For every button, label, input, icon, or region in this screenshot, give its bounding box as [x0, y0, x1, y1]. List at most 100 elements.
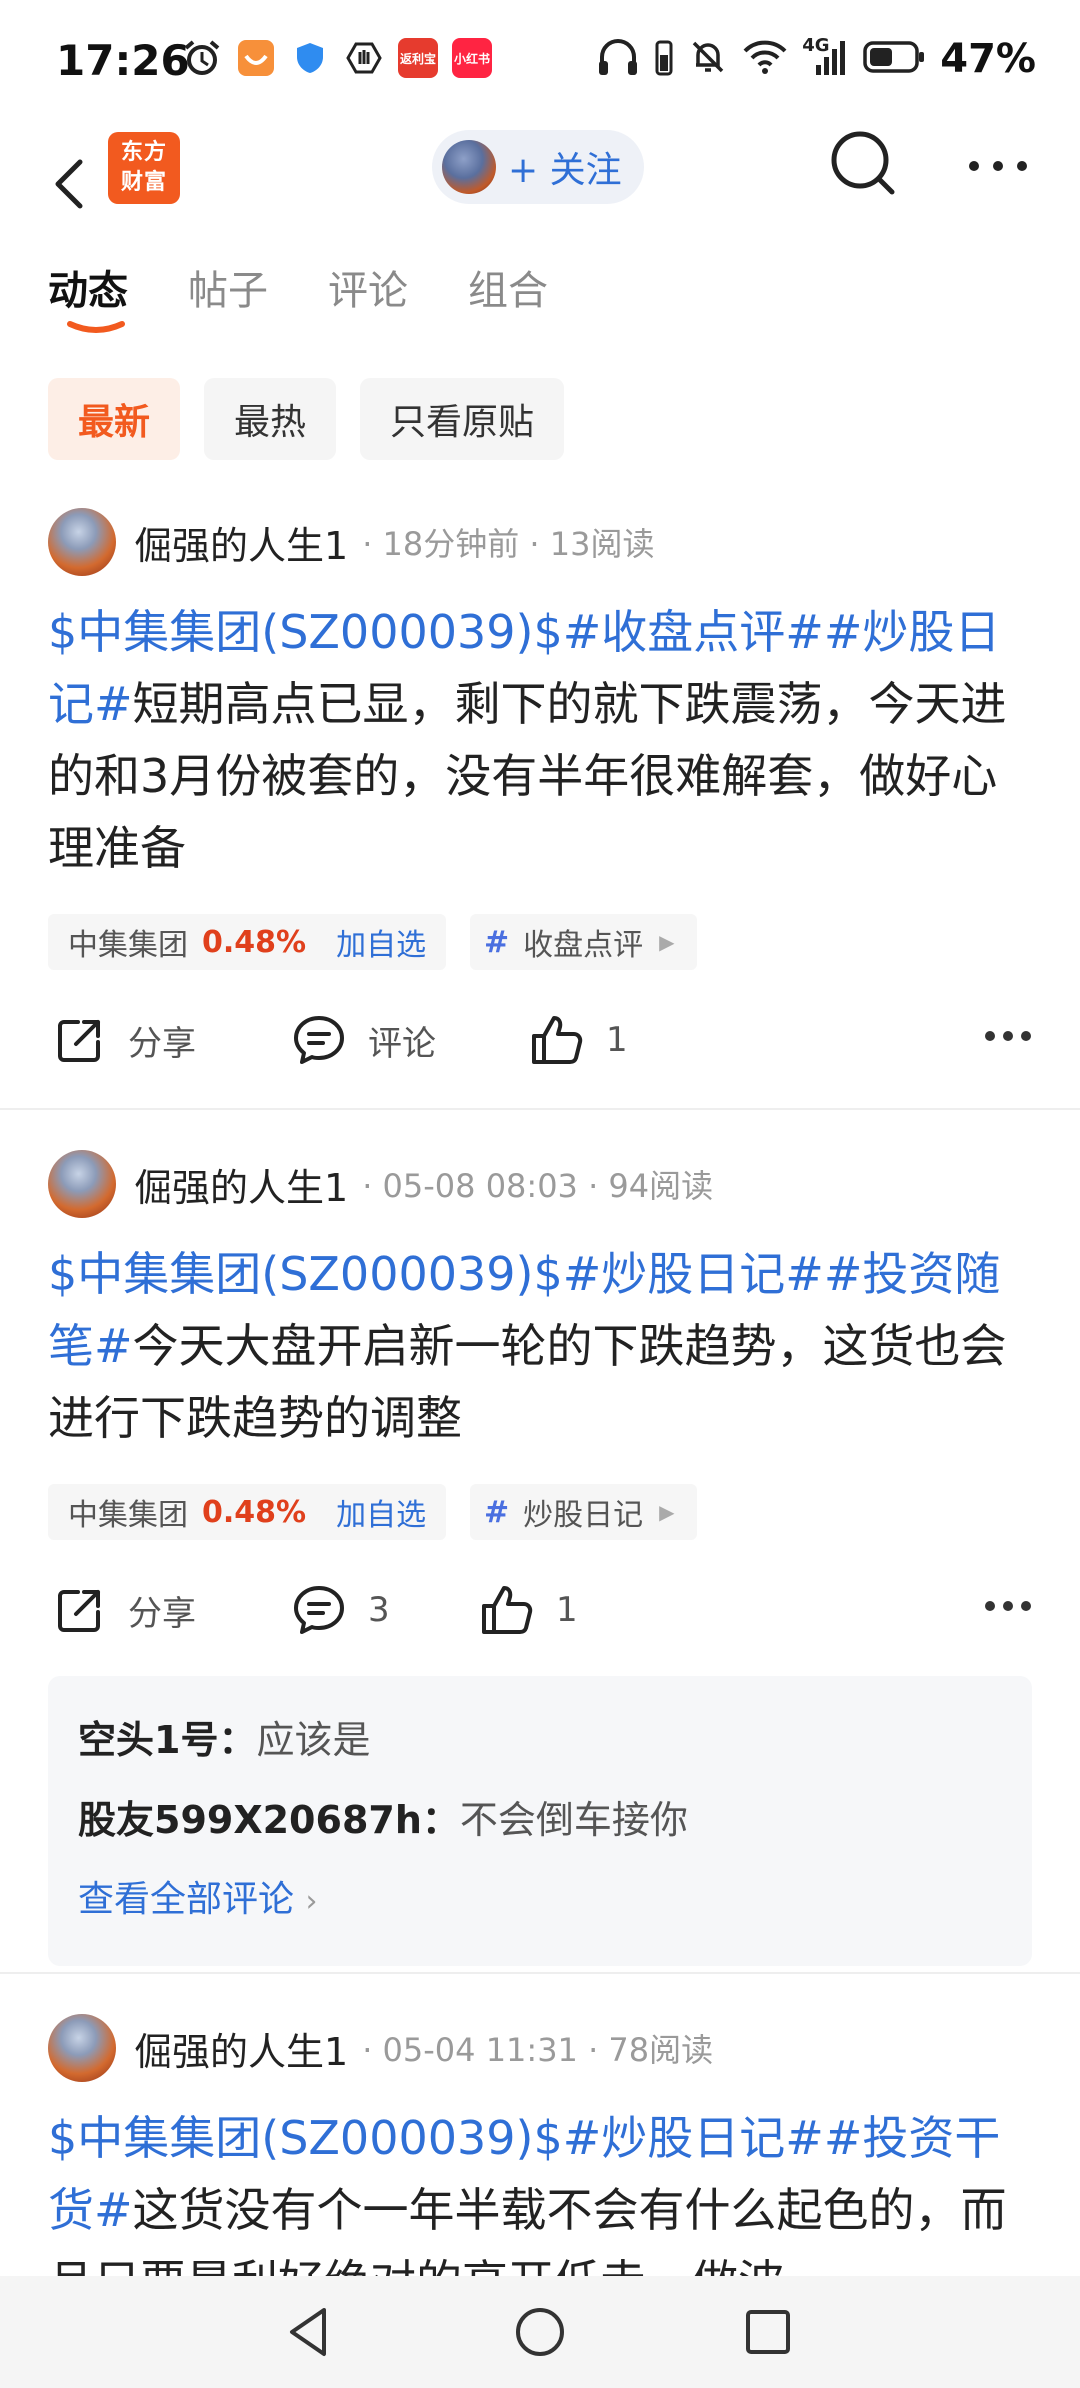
- like-button[interactable]: 1: [480, 1584, 578, 1636]
- share-label: 分享: [128, 1023, 196, 1064]
- post-author-row[interactable]: 倔强的人生1 · 18分钟前 · 13阅读: [48, 508, 655, 576]
- author-name[interactable]: 倔强的人生1: [134, 515, 348, 570]
- post-author-row[interactable]: 倔强的人生1 · 05-04 11:31 · 78阅读: [48, 2014, 713, 2082]
- nav-home-icon[interactable]: [510, 2302, 570, 2362]
- comment-count: 3: [368, 1590, 390, 1630]
- comment-text: 应该是: [256, 1718, 371, 1762]
- logo-line-2: 财富: [120, 170, 167, 195]
- status-system-icons: 4G 47%: [596, 35, 1036, 82]
- post-card: 倔强的人生1 · 05-04 11:31 · 78阅读 $中集集团(SZ0000…: [0, 2006, 1080, 2276]
- nav-recents-icon[interactable]: [738, 2302, 798, 2362]
- like-count: 1: [606, 1020, 628, 1060]
- app-badge-2: 小红书: [452, 38, 492, 78]
- post-more-icon[interactable]: [984, 1598, 1032, 1617]
- share-icon: [58, 1590, 100, 1632]
- share-label: 分享: [128, 1593, 196, 1634]
- wifi-icon: [742, 37, 788, 81]
- shopping-app-icon: [236, 38, 276, 78]
- like-count: 1: [556, 1590, 578, 1630]
- signal-icon: 4G: [802, 35, 848, 81]
- filter-hottest[interactable]: 最热: [204, 378, 337, 460]
- filter-latest[interactable]: 最新: [48, 378, 181, 460]
- comment-item[interactable]: 股友599X20687h：不会倒车接你: [78, 1780, 1002, 1860]
- author-name[interactable]: 倔强的人生1: [134, 2021, 348, 2076]
- post-content[interactable]: $中集集团(SZ000039)$#收盘点评##炒股日记#短期高点已显，剩下的就下…: [48, 596, 1038, 884]
- tab-active-underline: [67, 321, 125, 333]
- post-body: 短期高点已显，剩下的就下跌震荡，今天进的和3月份被套的，没有半年很难解套，做好心…: [48, 677, 1007, 875]
- comment-button[interactable]: 3: [292, 1584, 390, 1636]
- tab-portfolio[interactable]: 组合: [468, 258, 548, 334]
- comment-user[interactable]: 空头1号: [78, 1718, 218, 1762]
- more-menu-icon[interactable]: [960, 146, 1036, 186]
- like-button[interactable]: 1: [530, 1014, 628, 1066]
- chevron-right-icon: ▶: [659, 930, 675, 954]
- search-icon[interactable]: [826, 126, 902, 202]
- tab-comments[interactable]: 评论: [328, 258, 408, 334]
- topic-tag[interactable]: # 炒股日记 ▶: [470, 1484, 697, 1540]
- comment-item[interactable]: 空头1号：应该是: [78, 1700, 1002, 1780]
- post-author-row[interactable]: 倔强的人生1 · 05-08 08:03 · 94阅读: [48, 1150, 713, 1218]
- avatar[interactable]: [48, 2014, 116, 2082]
- stock-change: 0.48%: [202, 924, 307, 960]
- comment-button[interactable]: 评论: [292, 1014, 436, 1066]
- logo-line-1: 东方: [120, 140, 167, 165]
- author-name[interactable]: 倔强的人生1: [134, 1157, 348, 1212]
- post-content[interactable]: $中集集团(SZ000039)$#炒股日记##投资随笔#今天大盘开启新一轮的下跌…: [48, 1238, 1038, 1454]
- battery-icon: [862, 37, 926, 81]
- nav-back-icon[interactable]: [280, 2302, 340, 2362]
- stock-tag[interactable]: 中集集团 0.48% 加自选: [48, 1484, 447, 1540]
- battery-percent: 47%: [940, 36, 1036, 82]
- tab-posts-label: 帖子: [188, 268, 268, 314]
- filter-chips: 最新 最热 只看原贴: [48, 378, 565, 460]
- status-notification-icons: 返利宝 小红书: [182, 38, 492, 78]
- stock-name: 中集集团: [68, 1498, 188, 1533]
- share-button[interactable]: 分享: [54, 1584, 196, 1636]
- add-watchlist-button[interactable]: 加自选: [336, 920, 426, 964]
- post-card: 倔强的人生1 · 18分钟前 · 13阅读 $中集集团(SZ000039)$#收…: [0, 500, 1080, 1110]
- stock-name: 中集集团: [68, 928, 188, 963]
- comment-icon: [294, 1586, 344, 1634]
- post-meta: · 18分钟前 · 13阅读: [362, 525, 655, 563]
- share-button[interactable]: 分享: [54, 1014, 196, 1066]
- view-all-comments-link[interactable]: 查看全部评论 ›: [78, 1860, 1002, 1942]
- post-meta: · 05-08 08:03 · 94阅读: [362, 1167, 714, 1205]
- post-actions: 分享 3 1: [48, 1576, 1032, 1646]
- post-more-icon[interactable]: [984, 1028, 1032, 1047]
- tab-dynamics-label: 动态: [48, 268, 128, 314]
- tab-posts[interactable]: 帖子: [188, 258, 268, 334]
- back-arrow-icon[interactable]: [44, 140, 104, 224]
- hand-icon: [344, 38, 384, 78]
- post-divider: [0, 1108, 1080, 1110]
- comment-separator: ：: [421, 1798, 460, 1842]
- comment-preview-box[interactable]: 空头1号：应该是 股友599X20687h：不会倒车接你 查看全部评论 ›: [48, 1676, 1032, 1966]
- comment-text: 不会倒车接你: [459, 1798, 688, 1842]
- tab-dynamics[interactable]: 动态: [48, 258, 128, 334]
- avatar[interactable]: [48, 508, 116, 576]
- follow-avatar: [442, 140, 496, 194]
- hash-icon: #: [484, 1494, 510, 1530]
- post-content[interactable]: $中集集团(SZ000039)$#炒股日记##投资干货#这货没有个一年半载不会有…: [48, 2102, 1038, 2276]
- stock-tag[interactable]: 中集集团 0.48% 加自选: [48, 914, 447, 970]
- avatar[interactable]: [48, 1150, 116, 1218]
- topic-label: 收盘点评: [523, 928, 644, 963]
- post-body: 今天大盘开启新一轮的下跌趋势，这货也会进行下跌趋势的调整: [48, 1319, 1007, 1445]
- add-watchlist-button[interactable]: 加自选: [336, 1490, 426, 1534]
- follow-label: + 关注: [508, 150, 622, 191]
- view-all-comments-label: 查看全部评论: [78, 1879, 295, 1920]
- comment-separator: ：: [218, 1718, 257, 1762]
- topic-tag[interactable]: # 收盘点评 ▶: [470, 914, 697, 970]
- filter-original-only[interactable]: 只看原贴: [360, 378, 565, 460]
- battery-small-icon: [654, 37, 674, 81]
- top-header: 东方 财富 + 关注: [0, 120, 1080, 280]
- eastmoney-logo[interactable]: 东方 财富: [108, 132, 180, 204]
- post-divider: [0, 1972, 1080, 1974]
- share-icon: [58, 1020, 100, 1062]
- post-actions: 分享 评论 1: [48, 1006, 1032, 1076]
- mute-icon: [688, 37, 728, 81]
- thumbs-up-icon: [532, 1016, 583, 1064]
- status-time: 17:26: [56, 36, 190, 85]
- tab-comments-label: 评论: [328, 268, 408, 314]
- system-navigation-bar: [0, 2276, 1080, 2388]
- follow-button[interactable]: + 关注: [432, 130, 644, 204]
- comment-user[interactable]: 股友599X20687h: [78, 1798, 422, 1842]
